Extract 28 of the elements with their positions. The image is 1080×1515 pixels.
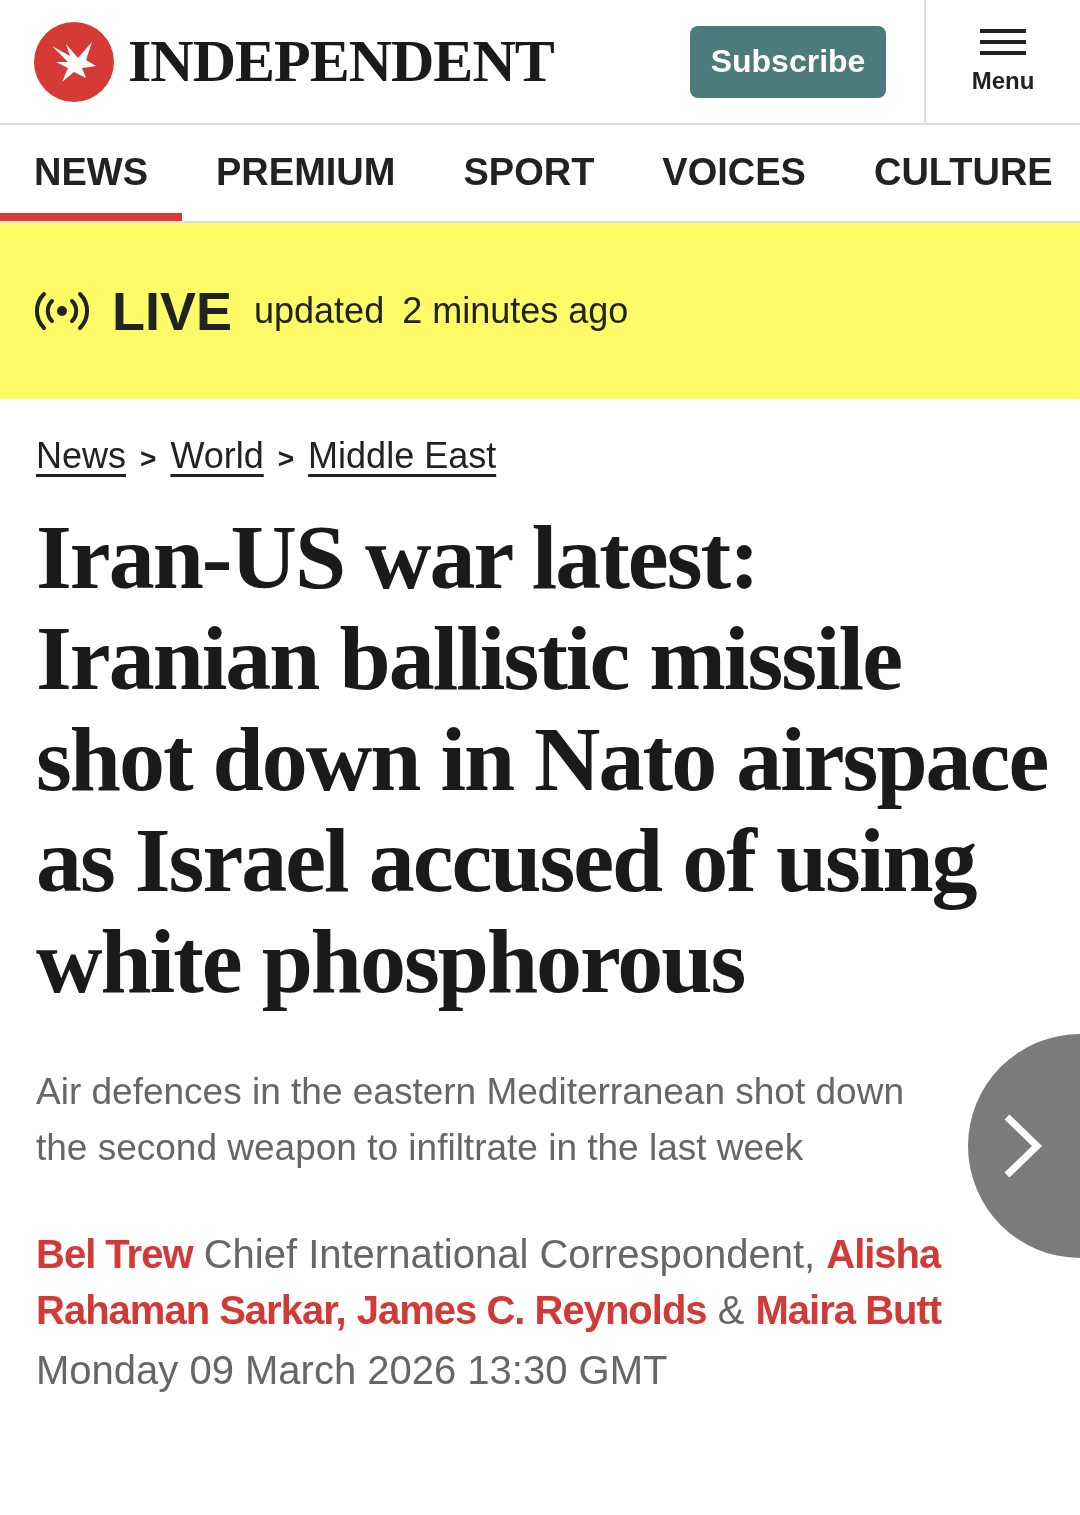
breadcrumb-link[interactable]: World xyxy=(170,435,264,477)
byline-text: Chief International Correspondent, xyxy=(203,1232,816,1276)
updated-label: updated xyxy=(254,290,385,332)
author-link[interactable]: Rahaman Sarkar, xyxy=(36,1288,346,1332)
broadcast-icon xyxy=(34,291,90,331)
brand-wordmark[interactable]: INDEPENDENT xyxy=(128,27,554,96)
subscribe-button[interactable]: Subscribe xyxy=(690,25,886,98)
breadcrumb-separator: > xyxy=(277,443,295,475)
publish-date: Monday 09 March 2026 13:30 GMT xyxy=(36,1348,669,1393)
nav-tab[interactable]: CULTURE xyxy=(839,125,1080,221)
nav-tab[interactable]: PREMIUM xyxy=(182,125,430,221)
author-link[interactable]: Maira Butt xyxy=(755,1288,942,1332)
article-headline: Iran-US war latest: Iranian ballistic missile shot down in Nato airspace as Israel accused of using white phosphorous xyxy=(36,507,1048,1012)
live-label: LIVE xyxy=(112,280,233,342)
nav-tab[interactable]: SPORT xyxy=(429,125,629,221)
breadcrumb-link[interactable]: Middle East xyxy=(308,435,497,477)
menu-button[interactable]: Menu xyxy=(924,0,1080,123)
menu-icon xyxy=(980,28,1026,55)
author-link[interactable]: Bel Trew xyxy=(36,1232,193,1276)
standfirst: Air defences in the eastern Mediterranean shot down the second weapon to infiltrate in the last week xyxy=(36,1070,905,1170)
updated-time: 2 minutes ago xyxy=(402,290,629,332)
nav-tab[interactable]: VOICES xyxy=(628,125,840,221)
breadcrumb-separator: > xyxy=(140,443,157,475)
author-link[interactable]: James C. Reynolds xyxy=(356,1288,707,1332)
chevron-right-icon xyxy=(1002,1113,1042,1179)
byline-text: & xyxy=(717,1288,745,1332)
breadcrumb-link[interactable]: News xyxy=(36,435,127,477)
author-link[interactable]: Alisha xyxy=(826,1232,941,1276)
